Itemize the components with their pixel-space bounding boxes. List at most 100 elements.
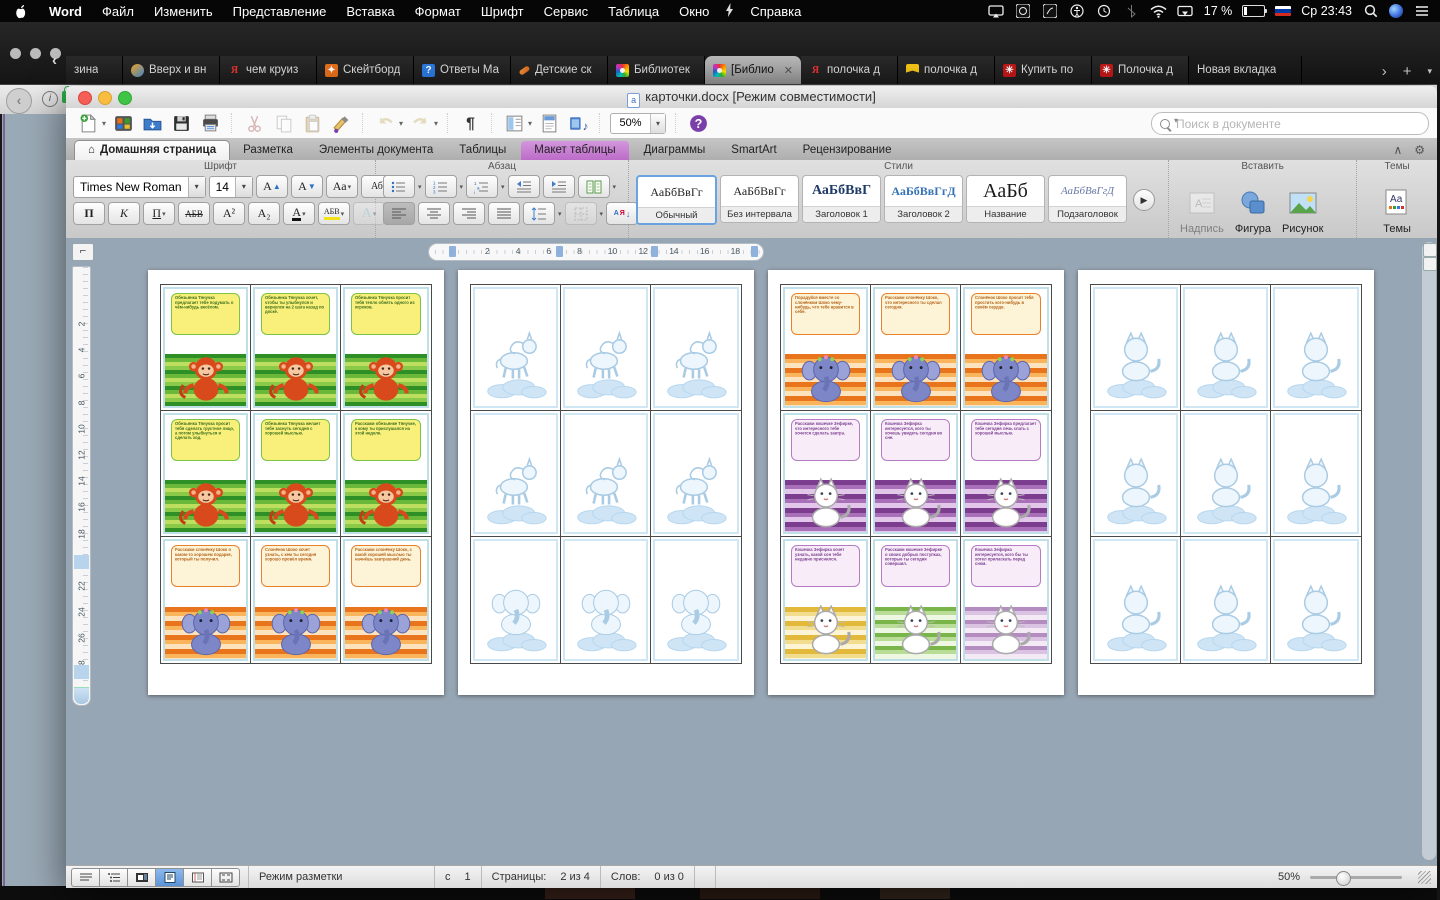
table-cell[interactable] [1271, 537, 1361, 663]
format-painter-icon[interactable] [329, 111, 353, 135]
ribbon-tab-Элементы документа[interactable]: Элементы документа [306, 141, 446, 160]
table-cell[interactable]: Обезьянка Тянучка предлагает тебе подума… [161, 285, 251, 411]
table-column-marker[interactable] [651, 246, 658, 257]
open-icon[interactable] [140, 111, 164, 135]
document-elements-icon[interactable] [537, 111, 561, 135]
underline-button[interactable]: П▾ [143, 202, 175, 225]
browser-tab-2[interactable]: Ячем круиз [220, 56, 317, 84]
table-cell[interactable] [1181, 537, 1271, 663]
ribbon-settings-gear-icon[interactable]: ⚙ [1414, 143, 1425, 157]
change-case-button[interactable]: Аа▾ [326, 175, 358, 198]
bluetooth-icon[interactable] [1123, 4, 1140, 19]
notebook-view-button[interactable] [184, 868, 212, 887]
menu-Формат[interactable]: Формат [405, 4, 471, 19]
page-4[interactable] [1078, 270, 1374, 695]
table-cell[interactable]: Кошечка Зефирка хочет узнать, какой сон … [781, 537, 871, 663]
zoom-slider[interactable] [1310, 876, 1402, 879]
browser-tab-1[interactable]: Вверх и вн [123, 56, 220, 84]
apple-menu-icon[interactable] [0, 4, 39, 19]
redo-icon[interactable] [408, 111, 432, 135]
align-center-button[interactable] [418, 202, 450, 225]
browser-tab-4[interactable]: ?Ответы Ма [414, 56, 511, 84]
line-spacing-button[interactable] [523, 202, 555, 225]
battery-icon[interactable] [1242, 5, 1265, 17]
cut-icon[interactable] [242, 111, 266, 135]
table-cell[interactable]: Обезьянка Тянучка желает тебе заснуть се… [251, 411, 341, 537]
multilevel-list-button[interactable]: 1ai [466, 175, 498, 198]
view-layout-icon[interactable] [502, 111, 526, 135]
ribbon-tab-Разметка[interactable]: Разметка [230, 141, 306, 160]
outline-view-button[interactable] [100, 868, 128, 887]
browser-back-button[interactable]: ‹ [6, 88, 32, 114]
search-input[interactable] [1174, 116, 1420, 132]
font-size-combo[interactable]: 14▾ [209, 176, 253, 198]
notification-center-icon[interactable] [1413, 4, 1430, 19]
style-chip-Заголовок 2[interactable]: АаБбВвГгДЗаголовок 2 [884, 175, 963, 223]
vertical-scrollbar[interactable] [1422, 242, 1436, 860]
themes-button[interactable]: АаТемы [1378, 188, 1416, 235]
menu-Окно[interactable]: Окно [669, 4, 719, 19]
table-cell[interactable]: Расскажи слонёнку Шоко о каком-то хороше… [161, 537, 251, 663]
font-family-combo[interactable]: Times New Roman▾ [73, 176, 206, 198]
table-cell[interactable] [561, 411, 651, 537]
page-3[interactable]: Порадуйся вместе со слонёнком Шоко чему-… [768, 270, 1064, 695]
highlight-button[interactable]: АБВ▾ [318, 202, 350, 225]
zoom-slider-knob[interactable] [1336, 871, 1351, 886]
zoom-select[interactable]: 50%▾ [610, 113, 666, 134]
time-machine-icon[interactable] [1096, 4, 1113, 19]
ribbon-tab-Рецензирование[interactable]: Рецензирование [790, 141, 905, 160]
spellcheck-indicator[interactable] [695, 866, 716, 888]
table-cell[interactable]: Расскажи слонёнку Шоко, с какой хорошей … [341, 537, 431, 663]
menu-Сервис[interactable]: Сервис [534, 4, 599, 19]
shape-button[interactable]: Фигура [1231, 188, 1275, 235]
vertical-ruler[interactable]: 246810121416182022242628 [72, 266, 91, 706]
table-cell[interactable] [1271, 285, 1361, 411]
page-1[interactable]: Обезьянка Тянучка предлагает тебе подума… [148, 270, 444, 695]
paste-icon[interactable] [300, 111, 324, 135]
spotlight-search-icon[interactable] [1362, 4, 1379, 19]
subscript-button[interactable]: А₂ [248, 202, 280, 225]
ribbon-tab-SmartArt[interactable]: SmartArt [718, 141, 789, 160]
tab-close-icon[interactable]: ✕ [784, 64, 793, 77]
accessibility-icon[interactable] [1069, 4, 1086, 19]
browser-tab-12[interactable]: Новая вкладка [1189, 56, 1302, 84]
bold-button[interactable]: П [73, 202, 105, 225]
scroll-up-button[interactable] [1423, 243, 1437, 257]
horizontal-ruler[interactable]: 24681012141618 [428, 243, 764, 261]
browser-tab-0[interactable]: зина [66, 56, 123, 84]
table-cell[interactable] [651, 537, 741, 663]
table-cell[interactable]: Кошечка Зефирка предлагает тебе сегодня … [961, 411, 1051, 537]
table-cell[interactable] [651, 285, 741, 411]
table-cell[interactable] [561, 537, 651, 663]
pages-indicator[interactable]: Страницы:2 из 4 [482, 866, 601, 888]
document-area[interactable]: ⌐ 246810121416182022242628 2468101214161… [66, 238, 1437, 866]
publishing-view-button[interactable] [128, 868, 156, 887]
table-cell[interactable] [1271, 411, 1361, 537]
copy-icon[interactable] [271, 111, 295, 135]
siri-icon[interactable] [1389, 4, 1403, 18]
style-chip-Обычный[interactable]: АаБбВвГгОбычный [636, 175, 717, 225]
word-title-bar[interactable]: aкарточки.docx [Режим совместимости] [66, 86, 1437, 109]
wifi-icon[interactable] [1150, 4, 1167, 19]
help-icon[interactable]: ? [686, 111, 710, 135]
increase-indent-button[interactable] [543, 175, 575, 198]
tab-scroll-left-icon[interactable]: ‹ [52, 52, 57, 69]
style-chip-Подзаголовок[interactable]: АаБбВвГгДПодзаголовок [1048, 175, 1127, 223]
tab-selector[interactable]: ⌐ [72, 243, 94, 261]
table-cell[interactable]: Обезьянка Тянучка просит тебя тепло обня… [341, 285, 431, 411]
tab-scroll-right-icon[interactable]: › [1382, 63, 1387, 80]
word-count-indicator[interactable]: Слов:0 из 0 [601, 866, 695, 888]
menu-Word[interactable]: Word [39, 4, 92, 19]
print-icon[interactable] [198, 111, 222, 135]
table-cell[interactable]: Расскажи кошечке Зефирке, что интересног… [781, 411, 871, 537]
browser-tab-6[interactable]: Библиотек [608, 56, 705, 84]
browser-tab-5[interactable]: Детские ск [511, 56, 608, 84]
browser-tab-9[interactable]: полочка д [898, 56, 995, 84]
table-cell[interactable]: Слонёнок Шоко хочет узнать, с кем ты сег… [251, 537, 341, 663]
strikethrough-button[interactable]: АБВ [178, 202, 210, 225]
new-document-icon[interactable] [76, 111, 100, 135]
ribbon-tab-Таблицы[interactable]: Таблицы [446, 141, 519, 160]
table-cell[interactable]: Порадуйся вместе со слонёнком Шоко чему-… [781, 285, 871, 411]
script-menu-icon[interactable] [719, 3, 740, 20]
browser-tab-11[interactable]: ✳Полочка д [1092, 56, 1189, 84]
